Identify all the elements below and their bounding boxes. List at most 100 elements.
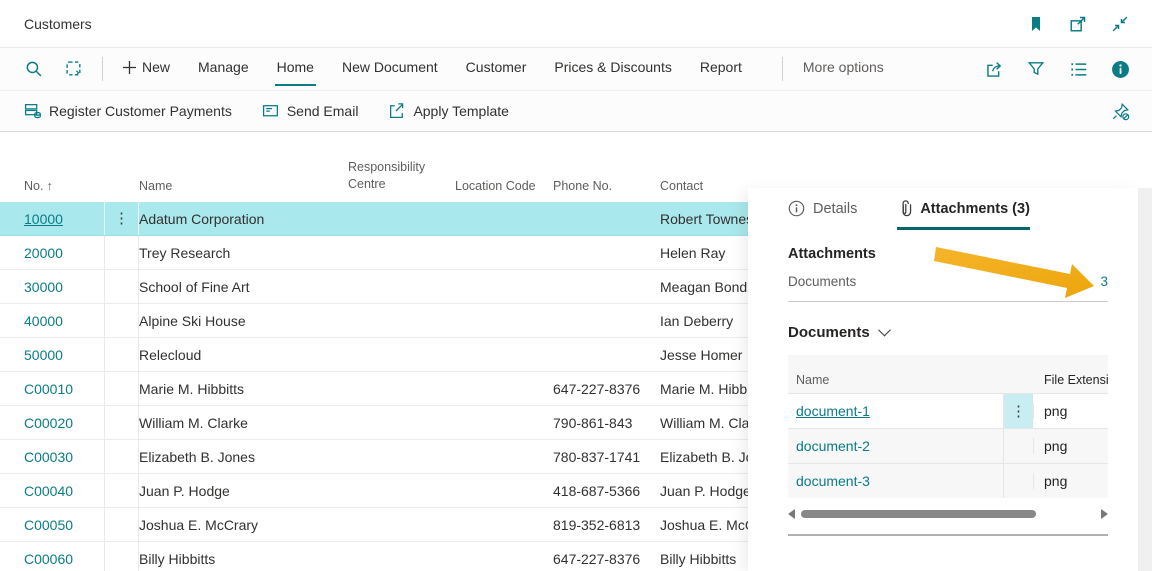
action-bar-icons: [984, 59, 1130, 79]
register-customer-payments-button[interactable]: Register Customer Payments: [24, 102, 232, 120]
choose-view-icon[interactable]: [1068, 59, 1088, 79]
divider: [102, 57, 103, 81]
documents-section-header[interactable]: Documents: [788, 323, 1108, 341]
bookmark-icon[interactable]: [1026, 14, 1046, 34]
name-cell[interactable]: Juan P. Hodge: [139, 483, 348, 499]
name-cell[interactable]: Joshua E. McCrary: [139, 517, 348, 533]
documents-table-header: Name File Extension: [788, 367, 1108, 393]
column-header-no[interactable]: No. ↑: [0, 179, 105, 193]
row-menu-icon[interactable]: ⋮: [1011, 404, 1026, 419]
tab-attachments[interactable]: Attachments (3): [897, 200, 1030, 230]
doc-ext-cell[interactable]: png: [1033, 438, 1108, 454]
factbox-panel: Details Attachments (3) Attachments Docu…: [748, 188, 1138, 571]
name-cell[interactable]: Elizabeth B. Jones: [139, 449, 348, 465]
row-menu-cell: [105, 372, 139, 405]
paperclip-icon: [902, 200, 912, 217]
documents-field-row: Documents 3: [788, 274, 1108, 289]
apply-template-button[interactable]: Apply Template: [388, 102, 509, 120]
row-menu-cell: [105, 304, 139, 337]
column-header-location-code[interactable]: Location Code: [455, 179, 553, 193]
phone-cell[interactable]: 418-687-5366: [553, 483, 660, 499]
name-cell[interactable]: Marie M. Hibbitts: [139, 381, 348, 397]
scroll-left-icon[interactable]: [788, 509, 795, 519]
customer-no-link[interactable]: C00010: [24, 381, 73, 397]
phone-cell[interactable]: 780-837-1741: [553, 449, 660, 465]
customer-no-link[interactable]: C00040: [24, 483, 73, 499]
row-menu-cell: [105, 406, 139, 439]
apply-template-icon: [390, 103, 404, 118]
name-cell[interactable]: School of Fine Art: [139, 279, 348, 295]
action-bar: New Manage Home New Document Customer Pr…: [0, 48, 1152, 90]
document-row[interactable]: document-2 png: [788, 428, 1108, 463]
customer-no-link[interactable]: 20000: [24, 245, 63, 261]
attachments-heading: Attachments: [788, 246, 876, 262]
document-link[interactable]: document-1: [796, 403, 870, 419]
promoted-actions-bar: Register Customer Payments Send Email Ap…: [0, 90, 1152, 132]
column-header-phone[interactable]: Phone No.: [553, 179, 660, 193]
name-cell[interactable]: Trey Research: [139, 245, 348, 261]
document-row[interactable]: document-3 png: [788, 463, 1108, 498]
documents-field-label: Documents: [788, 274, 857, 289]
no-cell: C00010: [0, 372, 105, 405]
row-menu-cell: ⋮: [105, 202, 139, 235]
no-cell: C00030: [0, 440, 105, 473]
doc-column-header-name[interactable]: Name: [788, 373, 1003, 387]
menu-customer[interactable]: Customer: [464, 52, 529, 86]
customer-no-link[interactable]: 50000: [24, 347, 63, 363]
more-options[interactable]: More options: [801, 52, 886, 86]
scroll-right-icon[interactable]: [1101, 509, 1108, 519]
menu-prices-discounts[interactable]: Prices & Discounts: [552, 52, 673, 86]
no-cell: 10000: [0, 202, 105, 235]
tab-details[interactable]: Details: [788, 200, 857, 230]
phone-cell[interactable]: 647-227-8376: [553, 381, 660, 397]
doc-ext-cell[interactable]: png: [1033, 473, 1108, 489]
doc-column-header-file-extension[interactable]: File Extension: [1033, 373, 1108, 387]
row-menu-icon[interactable]: ⋮: [114, 211, 129, 226]
menu-new[interactable]: New: [121, 52, 172, 86]
customer-no-link[interactable]: C00050: [24, 517, 73, 533]
filter-icon[interactable]: [1026, 59, 1046, 79]
info-outline-icon: [788, 200, 805, 217]
name-cell[interactable]: Relecloud: [139, 347, 348, 363]
phone-cell[interactable]: 647-227-8376: [553, 551, 660, 567]
divider: [788, 301, 1108, 302]
analysis-mode-icon[interactable]: [64, 59, 84, 79]
factbox-tabs: Details Attachments (3): [788, 200, 1108, 230]
name-cell[interactable]: Alpine Ski House: [139, 313, 348, 329]
menu-home[interactable]: Home: [274, 52, 316, 86]
name-cell[interactable]: Billy Hibbitts: [139, 551, 348, 567]
open-in-new-window-icon[interactable]: [1068, 14, 1088, 34]
doc-ext-cell[interactable]: png: [1033, 403, 1108, 419]
share-icon[interactable]: [984, 59, 1004, 79]
customer-no-link[interactable]: C00020: [24, 415, 73, 431]
unpin-icon[interactable]: [1110, 101, 1130, 121]
customer-no-link[interactable]: 40000: [24, 313, 63, 329]
menu-new-document[interactable]: New Document: [340, 52, 440, 86]
search-icon[interactable]: [24, 59, 44, 79]
column-header-name[interactable]: Name: [139, 179, 348, 193]
column-header-responsibility-centre[interactable]: Responsibility Centre: [348, 159, 455, 193]
customer-no-link[interactable]: 30000: [24, 279, 63, 295]
name-cell[interactable]: William M. Clarke: [139, 415, 348, 431]
title-bar: Customers: [0, 0, 1152, 48]
collapse-icon[interactable]: [1110, 14, 1130, 34]
menu-report[interactable]: Report: [698, 52, 744, 86]
customer-no-link[interactable]: C00060: [24, 551, 73, 567]
page-title: Customers: [24, 15, 92, 32]
documents-count-link[interactable]: 3: [1100, 274, 1108, 289]
customer-no-link[interactable]: 10000: [24, 211, 63, 227]
menu-manage[interactable]: Manage: [196, 52, 251, 86]
horizontal-scrollbar[interactable]: [788, 506, 1108, 522]
document-link[interactable]: document-2: [796, 438, 870, 454]
phone-cell[interactable]: 790-861-843: [553, 415, 660, 431]
name-cell[interactable]: Adatum Corporation: [139, 211, 348, 227]
document-row[interactable]: document-1 ⋮ png: [788, 393, 1108, 428]
customer-no-link[interactable]: C00030: [24, 449, 73, 465]
row-menu-cell: [105, 236, 139, 269]
phone-cell[interactable]: 819-352-6813: [553, 517, 660, 533]
doc-name-cell: document-2: [788, 438, 1003, 454]
scrollbar-thumb[interactable]: [801, 510, 1036, 518]
send-email-button[interactable]: Send Email: [262, 102, 358, 120]
info-icon[interactable]: [1110, 59, 1130, 79]
document-link[interactable]: document-3: [796, 473, 870, 489]
